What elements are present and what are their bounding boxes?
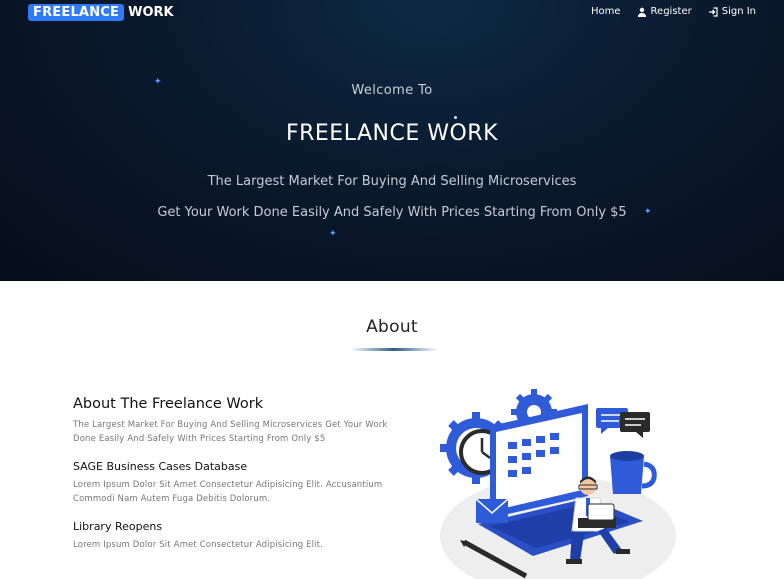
about-item-text: Lorem Ipsum Dolor Sit Amet Consectetur A…	[73, 480, 383, 504]
sign-in-icon	[708, 6, 718, 17]
hero-section: ✦ ✦ ✦ FREELANCE WORK Home Register Sign …	[0, 0, 784, 281]
about-item: SAGE Business Cases Database Lorem Ipsum…	[73, 460, 393, 506]
hero-tagline-1: The Largest Market For Buying And Sellin…	[207, 174, 577, 189]
hero-tagline-2: Get Your Work Done Easily And Safely Wit…	[157, 205, 627, 220]
hero-title: FREELANCE WORK	[285, 121, 499, 146]
about-content: About The Freelance Work The Largest Mar…	[73, 396, 393, 566]
chat-bubble-icon	[596, 408, 650, 438]
about-item: Library Reopens Lorem Ipsum Dolor Sit Am…	[73, 520, 393, 552]
user-icon	[637, 7, 646, 17]
about-item-text: Lorem Ipsum Dolor Sit Amet Consectetur A…	[73, 540, 324, 550]
brand-logo[interactable]: FREELANCE WORK	[28, 3, 174, 22]
sparkle-icon: ✦	[329, 229, 337, 239]
nav-register-link[interactable]: Register	[637, 6, 692, 17]
brand-logo-highlight: FREELANCE	[28, 4, 125, 21]
about-item-title: Library Reopens	[73, 520, 163, 533]
nav-home-label: Home	[591, 6, 621, 17]
hero-welcome: Welcome To	[351, 83, 433, 98]
coffee-cup-icon	[610, 451, 657, 494]
nav-home-link[interactable]: Home	[591, 6, 621, 17]
nav-signin-label: Sign In	[721, 6, 756, 17]
about-heading: About	[366, 317, 418, 337]
about-section-text: The Largest Market For Buying And Sellin…	[73, 420, 388, 444]
about-section-title: About The Freelance Work	[73, 396, 264, 412]
brand-logo-rest: WORK	[128, 5, 174, 20]
about-intro: About The Freelance Work The Largest Mar…	[73, 396, 393, 446]
freelancer-illustration	[440, 389, 676, 579]
about-underline	[350, 348, 438, 351]
nav-register-label: Register	[650, 6, 692, 17]
about-item-title: SAGE Business Cases Database	[73, 460, 248, 473]
envelope-icon	[475, 498, 509, 523]
sparkle-dot	[454, 116, 457, 119]
nav-signin-link[interactable]: Sign In	[708, 6, 756, 17]
top-nav: Home Register Sign In	[591, 6, 756, 17]
